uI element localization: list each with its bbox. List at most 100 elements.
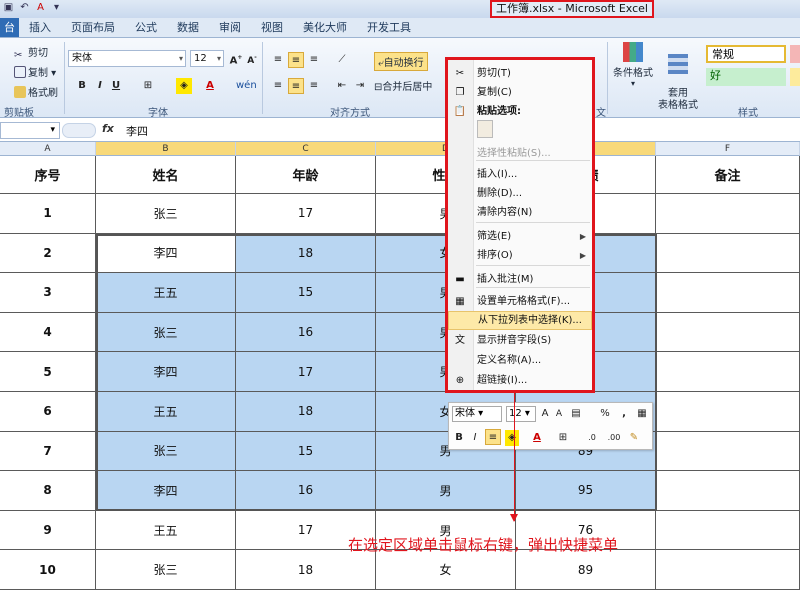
menu-item-4[interactable]: 插入(I)... — [448, 165, 592, 184]
undo-icon[interactable]: ↶ — [18, 1, 31, 15]
table-cell-index[interactable]: 2 — [0, 233, 96, 274]
table-cell-score[interactable]: 95 — [516, 471, 656, 511]
table-header-remark[interactable]: 备注 — [656, 156, 800, 194]
table-cell-index[interactable]: 10 — [0, 550, 96, 590]
table-cell-name[interactable]: 张三 — [96, 194, 236, 234]
table-cell-index[interactable]: 1 — [0, 194, 96, 234]
table-cell-name[interactable]: 张三 — [96, 550, 236, 590]
tab-formulas[interactable]: 公式 — [125, 18, 167, 37]
font-name-select[interactable]: 宋体 ▾ — [68, 50, 186, 67]
mini-size-select[interactable]: 12 ▾ — [506, 406, 536, 422]
border-icon[interactable]: ⊞ — [557, 430, 569, 446]
italic-icon[interactable]: I — [469, 430, 481, 446]
copy-button[interactable]: 复制 ▾ — [14, 64, 56, 79]
table-cell-name[interactable]: 李四 — [96, 352, 236, 392]
table-cell-index[interactable]: 5 — [0, 352, 96, 392]
menu-item-7[interactable]: 筛选(E) ▶ — [448, 227, 592, 246]
underline-icon[interactable]: U — [108, 78, 124, 94]
bold-icon[interactable]: B — [453, 430, 465, 446]
table-cell-remark[interactable] — [656, 352, 800, 392]
column-header-b[interactable]: B — [96, 142, 236, 156]
orientation-icon[interactable]: ⟋ — [334, 52, 350, 68]
tab-beautify[interactable]: 美化大师 — [293, 18, 357, 37]
phonetic-icon[interactable]: wén — [236, 78, 257, 94]
table-cell-age[interactable]: 18 — [236, 392, 376, 432]
wrap-text-button[interactable]: ⤶自动换行 — [374, 52, 428, 71]
tab-view[interactable]: 视图 — [251, 18, 293, 37]
table-cell-remark[interactable] — [656, 392, 800, 432]
menu-item-8[interactable]: 排序(O) ▶ — [448, 246, 592, 265]
style-neutral-swatch[interactable] — [790, 68, 800, 86]
align-right-icon[interactable]: ≡ — [306, 78, 322, 94]
bold-icon[interactable]: B — [74, 78, 90, 94]
style-normal[interactable]: 常规 — [706, 45, 786, 63]
grow-font-icon[interactable]: A+ — [228, 50, 244, 66]
table-cell-index[interactable]: 4 — [0, 312, 96, 353]
tab-developer[interactable]: 开发工具 — [357, 18, 421, 37]
column-header-f[interactable]: F — [656, 142, 800, 156]
mini-font-select[interactable]: 宋体 ▾ — [452, 406, 502, 422]
align-center-icon[interactable]: ≡ — [288, 78, 304, 94]
table-cell-index[interactable]: 9 — [0, 510, 96, 551]
table-cell-remark[interactable] — [656, 312, 800, 353]
table-cell-name[interactable]: 李四 — [96, 233, 236, 274]
comma-icon[interactable]: , — [619, 406, 629, 422]
table-cell-gender[interactable]: 男 — [376, 471, 516, 511]
table-cell-name[interactable]: 张三 — [96, 312, 236, 353]
paste-option-icon[interactable] — [477, 120, 493, 138]
table-cell-gender[interactable]: 女 — [376, 550, 516, 590]
format-painter-icon[interactable]: ✎ — [627, 430, 641, 446]
table-cell-age[interactable]: 17 — [236, 194, 376, 234]
grow-font-icon[interactable]: A — [539, 406, 551, 422]
menu-item-14[interactable]: ⊕ 超链接(I)... — [448, 371, 592, 390]
formula-value[interactable]: 李四 — [126, 123, 148, 139]
menu-item-1[interactable]: ❐ 复制(C) — [448, 83, 592, 102]
table-cell-age[interactable]: 15 — [236, 273, 376, 313]
menu-item-12[interactable]: 文 显示拼音字段(S) — [448, 331, 592, 350]
format-painter-button[interactable]: 格式刷 — [14, 84, 58, 99]
format-cells-icon[interactable]: ▦ — [635, 406, 649, 422]
table-cell-score[interactable]: 89 — [516, 550, 656, 590]
conditional-format-button[interactable]: 条件格式 ▾ — [612, 42, 654, 88]
table-cell-name[interactable]: 王五 — [96, 392, 236, 432]
customize-dropdown-icon[interactable]: ▾ — [50, 1, 63, 15]
column-header-a[interactable]: A — [0, 142, 96, 156]
table-cell-age[interactable]: 16 — [236, 312, 376, 353]
align-top-icon[interactable]: ≡ — [270, 52, 286, 68]
tab-review[interactable]: 审阅 — [209, 18, 251, 37]
italic-icon[interactable]: I — [92, 78, 108, 94]
table-cell-age[interactable]: 17 — [236, 352, 376, 392]
fill-color-icon[interactable]: ◈ — [505, 430, 519, 446]
table-cell-name[interactable]: 王五 — [96, 510, 236, 551]
align-middle-icon[interactable]: ≡ — [288, 52, 304, 68]
table-cell-remark[interactable] — [656, 431, 800, 472]
save-icon[interactable]: ▣ — [2, 1, 15, 15]
table-cell-age[interactable]: 15 — [236, 431, 376, 472]
column-header-c[interactable]: C — [236, 142, 376, 156]
table-cell-remark[interactable] — [656, 194, 800, 234]
decrease-decimal-icon[interactable]: .00 — [605, 430, 623, 446]
style-bad-swatch[interactable] — [790, 45, 800, 63]
table-cell-remark[interactable] — [656, 273, 800, 313]
shrink-font-icon[interactable]: A — [553, 406, 565, 422]
menu-item-0[interactable]: ✂ 剪切(T) — [448, 64, 592, 83]
table-cell-age[interactable]: 16 — [236, 471, 376, 511]
accounting-format-icon[interactable]: ▤ — [569, 406, 583, 422]
font-size-select[interactable]: 12 ▾ — [190, 50, 224, 67]
table-header-name[interactable]: 姓名 — [96, 156, 236, 194]
merge-center-button[interactable]: ⊟合并后居中 — [374, 78, 432, 93]
decrease-indent-icon[interactable]: ⇤ — [334, 78, 350, 94]
table-cell-age[interactable]: 18 — [236, 233, 376, 274]
cut-button[interactable]: ✂ 剪切 — [14, 44, 48, 62]
table-cell-name[interactable]: 李四 — [96, 471, 236, 511]
tab-insert[interactable]: 插入 — [19, 18, 61, 37]
increase-decimal-icon[interactable]: .0 — [583, 430, 601, 446]
tab-page-layout[interactable]: 页面布局 — [61, 18, 125, 37]
table-cell-remark[interactable] — [656, 233, 800, 274]
center-align-icon[interactable]: ≡ — [485, 429, 501, 445]
font-color-icon[interactable]: A — [202, 78, 218, 94]
font-color-quick-icon[interactable]: A — [34, 1, 47, 15]
table-cell-index[interactable]: 7 — [0, 431, 96, 472]
table-cell-index[interactable]: 3 — [0, 273, 96, 313]
menu-item-10[interactable]: ▦ 设置单元格格式(F)... — [448, 292, 592, 311]
